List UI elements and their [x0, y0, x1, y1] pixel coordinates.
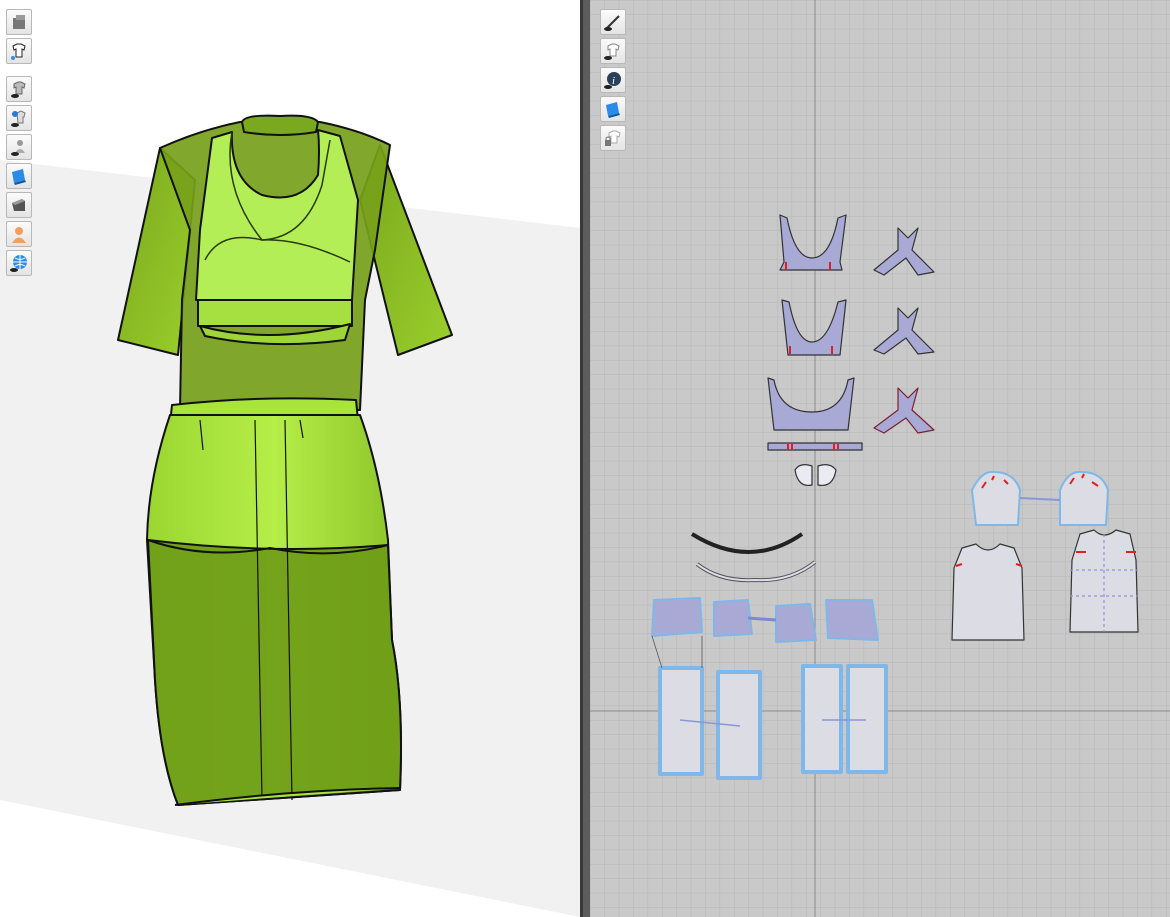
pattern-sleeve-right: [1059, 470, 1109, 526]
show-pins-icon: [11, 110, 26, 127]
bra-band: [197, 299, 353, 327]
show-avatar-icon: [11, 140, 25, 156]
show-shadow-button[interactable]: [6, 192, 32, 218]
pattern-bodice-front: [951, 543, 1025, 641]
texture-display-button[interactable]: [600, 96, 626, 122]
lock-pattern-icon: [605, 130, 621, 146]
pattern-bodice-back: [1069, 529, 1139, 633]
pattern-waist-back-right: [825, 599, 879, 641]
pattern-waist-front-left: [651, 597, 703, 637]
view-splitter[interactable]: [580, 0, 590, 917]
pattern-waist-front-right: [713, 599, 753, 637]
viewport-2d[interactable]: i: [590, 0, 1170, 917]
show-garment-icon: [11, 81, 26, 98]
lock-pattern-button[interactable]: [600, 125, 626, 151]
fabric-thickness-icon: [12, 169, 26, 185]
viewport-3d[interactable]: [0, 0, 580, 917]
pattern-info-icon: i: [604, 72, 621, 89]
texture-display-icon: [606, 102, 620, 118]
pattern-sleeve-left: [971, 470, 1021, 526]
fabric-thickness-button[interactable]: [6, 163, 32, 189]
render-mode-icon: [13, 15, 25, 29]
garment-display-button[interactable]: [6, 38, 32, 64]
show-stitch-button[interactable]: [600, 9, 626, 35]
scene-3d: [0, 114, 580, 917]
environment-icon: [10, 255, 27, 272]
pattern-bra-band: [767, 442, 863, 451]
show-stitch-icon: [604, 15, 620, 31]
show-avatar-button[interactable]: [6, 134, 32, 160]
pattern-waist-back-left: [775, 603, 817, 643]
pattern-skirt-panel-3: [801, 664, 843, 774]
environment-button[interactable]: [6, 250, 32, 276]
pattern-canvas: [590, 0, 1170, 917]
render-mode-button[interactable]: [6, 9, 32, 35]
pattern-info-button[interactable]: i: [600, 67, 626, 93]
avatar-skin-button[interactable]: [6, 221, 32, 247]
garment-display-icon: [11, 43, 26, 60]
pattern-skirt-panel-4: [846, 664, 888, 774]
show-shadow-icon: [12, 199, 25, 211]
show-pins-button[interactable]: [6, 105, 32, 131]
avatar-skin-icon: [12, 227, 26, 243]
show-pattern-icon: [604, 43, 620, 60]
svg-text:i: i: [612, 75, 615, 87]
show-pattern-button[interactable]: [600, 38, 626, 64]
neck-band: [241, 114, 319, 136]
show-garment-button[interactable]: [6, 76, 32, 102]
